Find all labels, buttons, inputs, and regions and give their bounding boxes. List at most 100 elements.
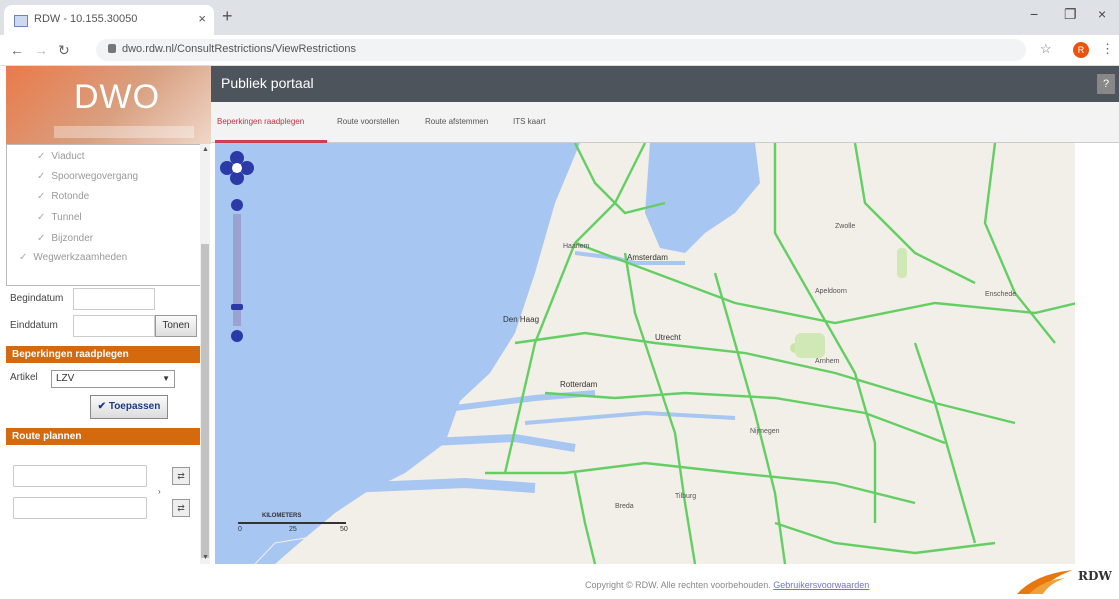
portal-title: Publiek portaal [221,75,314,91]
scale-tick-0: 0 [238,526,242,533]
window-close-icon[interactable]: × [1098,6,1106,22]
zoom-control[interactable] [217,150,257,345]
scroll-down-icon[interactable]: ▼ [202,554,209,561]
tree-item-viaduct[interactable]: ✓ Viaduct [37,151,85,162]
westerschelde [344,477,536,493]
rdw-logo: RDW [1015,566,1115,596]
chevron-down-icon: ▼ [162,374,170,383]
scale-line [238,522,346,524]
city-label-amsterdam: Amsterdam [627,253,668,262]
map-canvas[interactable] [215,143,1119,564]
veluwe-area [795,333,825,358]
url-field[interactable]: dwo.rdw.nl/ConsultRestrictions/ViewRestr… [96,39,1026,61]
checkbox-icon[interactable]: ✓ [19,252,27,263]
tab-route-voorstellen[interactable]: Route voorstellen [337,117,399,126]
map-border-area [1075,143,1119,564]
back-icon[interactable]: ← [10,42,24,58]
route-to-input[interactable] [13,497,147,519]
left-panel-scrollbar[interactable]: ▲ ▼ [200,144,210,564]
tab-close-icon[interactable]: × [198,11,206,26]
bookmark-star-icon[interactable]: ☆ [1040,41,1052,57]
restrictions-header: Beperkingen raadplegen [6,346,200,363]
city-label-rotterdam: Rotterdam [560,380,598,389]
lock-icon [108,44,116,53]
new-tab-button[interactable]: + [222,6,233,27]
logo-text: DWO [74,78,161,116]
url-text: dwo.rdw.nl/ConsultRestrictions/ViewRestr… [122,43,356,55]
tree-item-tunnel[interactable]: ✓ Tunnel [37,212,82,223]
city-label-haarlem: Haarlem [563,243,590,250]
pan-control-icon[interactable] [220,151,254,185]
begin-date-input[interactable] [73,288,155,310]
scroll-up-icon[interactable]: ▲ [202,146,209,153]
address-bar-row: ← → ↻ dwo.rdw.nl/ConsultRestrictions/Vie… [0,35,1119,66]
scale-tick-25: 25 [289,526,297,533]
maximize-icon[interactable]: ❐ [1064,6,1077,23]
check-icon: ✔ [97,401,109,412]
city-label-arnhem: Arnhem [815,358,840,365]
scale-tick-50: 50 [340,526,348,533]
city-label-enschede: Enschede [985,291,1017,298]
route-plan-header: Route plannen [6,428,200,445]
favicon-icon [14,15,28,27]
portal-header: Publiek portaal ? [211,66,1119,102]
map-view[interactable]: Haarlem Amsterdam Den Haag Rotterdam Utr… [215,143,1119,564]
city-label-den-haag: Den Haag [503,315,540,324]
tab-bar: Beperkingen raadplegen Route voorstellen… [211,102,1119,143]
city-label-breda: Breda [615,503,634,510]
profile-avatar[interactable]: R [1073,42,1089,58]
tree-item-bijzonder[interactable]: ✓ Bijzonder [37,233,93,244]
end-date-input[interactable] [73,315,155,337]
minimize-icon[interactable]: − [1030,6,1038,22]
checkbox-icon[interactable]: ✓ [37,233,45,244]
scrollbar-thumb[interactable] [201,244,209,558]
apply-button[interactable]: ✔ Toepassen [90,395,168,419]
route-from-input[interactable] [13,465,147,487]
tree-item-wegwerkzaamheden[interactable]: ✓ Wegwerkzaamheden [19,252,127,263]
end-date-label: Einddatum [10,320,58,331]
rdw-logo-text: RDW [1078,569,1112,583]
tab-its-kaart[interactable]: ITS kaart [513,117,545,126]
rdw-swoosh-icon [1017,570,1073,594]
city-label-nijmegen: Nijmegen [750,428,780,435]
zoom-in-icon[interactable] [231,199,243,211]
vehicle-type-select[interactable]: LZV ▼ [51,370,175,388]
city-label-tilburg: Tilburg [675,493,697,500]
tab-title: RDW - 10.155.30050 [34,13,138,25]
browser-tab-bar: RDW - 10.155.30050 × + − ❐ × [0,0,1119,35]
tab-route-afstemmen[interactable]: Route afstemmen [425,117,488,126]
checkbox-icon[interactable]: ✓ [37,212,45,223]
axle-label: Artikel [10,372,38,383]
browser-tab[interactable]: RDW - 10.155.30050 × [4,5,214,35]
checkbox-icon[interactable]: ✓ [37,191,45,202]
city-label-utrecht: Utrecht [655,333,681,342]
scale-label: KILOMETERS [262,513,302,519]
reload-icon[interactable]: ↻ [58,42,70,59]
pan-center-icon [232,163,242,173]
city-label-zwolle: Zwolle [835,223,856,230]
checkbox-icon[interactable]: ✓ [37,151,45,162]
pan-down-icon[interactable] [230,171,244,185]
copyright-text: Copyright © RDW. Alle rechten voorbehoud… [585,580,771,590]
forward-icon[interactable]: → [34,42,48,58]
help-button[interactable]: ? [1097,74,1115,94]
swap-arrow: › [158,487,161,496]
checkbox-icon[interactable]: ✓ [37,171,45,182]
footer: Copyright © RDW. Alle rechten voorbehoud… [585,580,869,590]
tab-beperkingen-raadplegen[interactable]: Beperkingen raadplegen [217,117,304,126]
zoom-out-icon[interactable] [231,330,243,342]
show-button[interactable]: Tonen [155,315,197,337]
pan-left-icon[interactable] [220,161,234,175]
zoom-slider-thumb[interactable] [231,304,243,310]
layer-tree: ✓ Viaduct ✓ Spoorwegovergang ✓ Rotonde ✓ Tun… [6,144,205,286]
begin-date-label: Begindatum [10,293,64,304]
pan-up-icon[interactable] [230,151,244,165]
city-label-apeldoorn: Apeldoorn [815,288,847,295]
tree-item-spoorwegovergang[interactable]: ✓ Spoorwegovergang [37,171,138,182]
refresh-to-icon[interactable]: ⇄ [172,499,190,517]
tree-item-rotonde[interactable]: ✓ Rotonde [37,191,89,202]
browser-menu-icon[interactable]: ⋮ [1101,41,1114,57]
refresh-from-icon[interactable]: ⇄ [172,467,190,485]
terms-link[interactable]: Gebruikersvoorwaarden [773,580,869,590]
pan-right-icon[interactable] [240,161,254,175]
